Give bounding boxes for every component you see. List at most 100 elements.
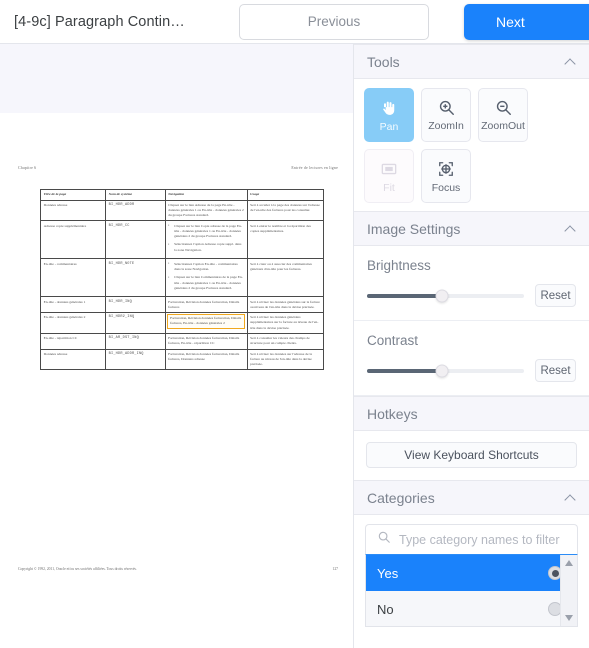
cell-page-title: En-tête - répartition CC <box>39 332 107 350</box>
zoom-in-tool-button[interactable]: ZoomIn <box>421 88 471 142</box>
cell-usage: Sert à entrer le nombre et la répartitio… <box>246 220 325 260</box>
page-number: 127 <box>332 567 338 571</box>
cell-usage: Sert à réviser les données sur l'adresse… <box>246 348 325 371</box>
navigation-bullet: Sélectionnez l'option En-tête - commenta… <box>168 261 244 272</box>
cell-navigation: Facturation, Révision données facturatio… <box>164 348 248 371</box>
column-header: Navigation <box>164 189 248 201</box>
cell-system-name: BI_HDR2_INQ <box>105 312 166 334</box>
fit-screen-icon <box>379 159 399 179</box>
column-header: Usage <box>246 189 325 201</box>
hotkeys-body: View Keyboard Shortcuts <box>354 431 589 480</box>
table-row: Données adresse BI_HDR_ADDR Cliquez sur le… <box>39 199 325 222</box>
cell-page-title: Données adresse <box>39 199 107 222</box>
magnifier-minus-icon <box>494 98 513 117</box>
top-toolbar: [4-9c] Paragraph Contin… Previous Next <box>0 0 589 44</box>
brightness-slider-fill <box>367 293 443 298</box>
cell-usage: Sert à réviser les données générales sup… <box>246 312 325 334</box>
chevron-up-icon[interactable] <box>565 492 576 503</box>
cell-page-title: Données adresse <box>39 348 107 371</box>
category-list-scrollbar[interactable] <box>560 555 577 626</box>
navigation-text: Facturation, Révision données facturatio… <box>168 336 240 346</box>
zoom-in-tool-label: ZoomIn <box>428 120 464 132</box>
fit-tool-label: Fit <box>383 181 395 194</box>
table-header-row: Titre de la page Nom de système Navigati… <box>39 189 325 201</box>
cell-navigation: Facturation, Révision données facturatio… <box>164 312 248 334</box>
triangle-down-icon[interactable] <box>565 615 573 621</box>
table-row: En-tête - répartition CC BI_AR_DST_INQ Fac… <box>39 332 325 350</box>
cell-navigation: Facturation, Révision données facturatio… <box>164 332 248 350</box>
image-settings-section-header[interactable]: Image Settings <box>354 211 589 246</box>
category-options-list[interactable]: Yes No <box>365 555 578 627</box>
cell-system-name: BI_HDR_INQ <box>105 296 166 314</box>
tools-section-header[interactable]: Tools <box>354 44 589 79</box>
cell-system-name: BI_HDR_CC <box>105 220 166 260</box>
contrast-slider[interactable] <box>367 364 524 377</box>
search-icon <box>377 530 391 549</box>
navigation-bullet: Cliquez sur le lien Copie adresse de la … <box>168 223 244 239</box>
viewer-backdrop <box>0 44 353 113</box>
cell-page-title: En-tête - données générales 1 <box>39 296 107 314</box>
navigation-bullet: Cliquez sur le lien Commentaires de la p… <box>168 275 244 290</box>
crosshair-target-icon <box>436 159 456 179</box>
running-head-right: Entrée de lectures en ligne <box>291 166 338 170</box>
contrast-slider-thumb[interactable] <box>435 364 449 377</box>
document-viewer[interactable]: Chapitre 6 Entrée de lectures en ligne T… <box>0 44 354 648</box>
hotkeys-section-header[interactable]: Hotkeys <box>354 396 589 431</box>
tools-section-title: Tools <box>367 53 400 70</box>
navigation-bullet: Sélectionnez l'option Adresse copie supp… <box>168 242 244 252</box>
main-body: Chapitre 6 Entrée de lectures en ligne T… <box>0 44 589 648</box>
tools-grid: Pan ZoomIn ZoomOut Fit Focus <box>354 79 589 211</box>
cell-navigation: Facturation, Révision données facturatio… <box>164 296 248 314</box>
categories-body: Type category names to filter Yes No <box>354 515 589 627</box>
column-header: Nom de système <box>105 189 166 201</box>
contrast-slider-fill <box>367 368 443 373</box>
document-running-head: Chapitre 6 Entrée de lectures en ligne <box>18 166 338 170</box>
document-table: Titre de la page Nom de système Navigati… <box>39 189 325 371</box>
category-filter-row[interactable]: Type category names to filter <box>365 524 578 555</box>
cell-system-name: BI_HDR_ADDR_INQ <box>105 348 166 371</box>
cell-system-name: BI_AR_DST_INQ <box>105 332 166 350</box>
cell-system-name: BI_HDR_NOTE <box>105 258 166 298</box>
contrast-setting: Contrast Reset <box>354 321 589 396</box>
cell-usage: Sert à créer ou à associer des commentai… <box>246 258 325 298</box>
brightness-slider-thumb[interactable] <box>435 289 449 302</box>
highlighted-annotation-box: Facturation, Révision données facturatio… <box>167 314 245 329</box>
brightness-reset-button[interactable]: Reset <box>535 284 576 307</box>
focus-tool-label: Focus <box>431 181 461 194</box>
copyright-text: Copyright © 1992, 2011, Oracle et/ou ses… <box>18 567 137 571</box>
chevron-up-icon[interactable] <box>565 56 576 67</box>
triangle-up-icon[interactable] <box>565 560 573 566</box>
magnifier-plus-icon <box>437 98 456 117</box>
fit-tool-button[interactable]: Fit <box>364 149 414 203</box>
cell-usage: Sert à accéder à la page des données sur… <box>246 199 325 222</box>
table-row: Adresse copie supplémentaireBI_HDR_CCCli… <box>39 220 325 260</box>
contrast-reset-button[interactable]: Reset <box>535 359 576 382</box>
categories-section-header[interactable]: Categories <box>354 480 589 515</box>
brightness-label: Brightness <box>367 258 431 273</box>
cell-page-title: En-tête - données générales 2 <box>39 312 107 334</box>
view-keyboard-shortcuts-button[interactable]: View Keyboard Shortcuts <box>366 442 577 468</box>
zoom-out-tool-label: ZoomOut <box>481 120 525 132</box>
category-option-row[interactable]: Yes <box>366 555 577 591</box>
cell-navigation: Cliquez sur le lien Adresse de la page E… <box>164 199 248 222</box>
next-button[interactable]: Next <box>464 4 589 40</box>
focus-tool-button[interactable]: Focus <box>421 149 471 203</box>
pan-tool-button[interactable]: Pan <box>364 88 414 142</box>
document-footer: Copyright © 1992, 2011, Oracle et/ou ses… <box>18 567 338 571</box>
table-row: En-tête - données générales 2 BI_HDR2_INQ… <box>39 312 325 334</box>
page-title: [4-9c] Paragraph Contin… <box>14 13 185 30</box>
contrast-label: Contrast <box>367 333 419 348</box>
cell-navigation: Cliquez sur le lien Copie adresse de la … <box>164 220 248 260</box>
categories-section-title: Categories <box>367 489 435 506</box>
hand-icon <box>379 98 399 118</box>
brightness-slider[interactable] <box>367 289 524 302</box>
category-option-label: Yes <box>377 565 399 581</box>
chevron-up-icon[interactable] <box>565 223 576 234</box>
zoom-out-tool-button[interactable]: ZoomOut <box>478 88 528 142</box>
category-search-input[interactable]: Type category names to filter <box>399 533 560 547</box>
previous-button[interactable]: Previous <box>239 3 429 40</box>
pan-tool-label: Pan <box>379 120 399 133</box>
cell-navigation: Sélectionnez l'option En-tête - commenta… <box>164 258 248 298</box>
category-option-row[interactable]: No <box>366 591 577 626</box>
running-head-left: Chapitre 6 <box>18 166 37 170</box>
